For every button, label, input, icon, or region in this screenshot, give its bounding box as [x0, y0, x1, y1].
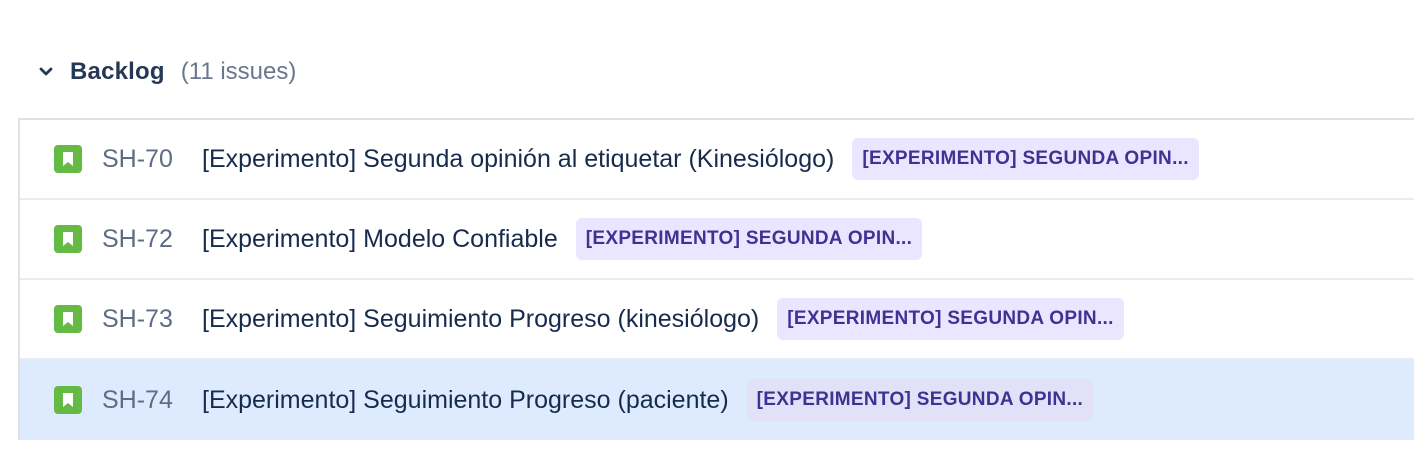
story-icon [54, 386, 82, 414]
backlog-toggle[interactable]: Backlog (11 issues) [36, 52, 296, 92]
issue-row-sh-72[interactable]: SH-72 [Experimento] Modelo Confiable [EX… [20, 200, 1414, 280]
chevron-down-icon[interactable] [36, 62, 56, 82]
epic-lozenge[interactable]: [EXPERIMENTO] SEGUNDA OPIN... [575, 218, 923, 260]
epic-lozenge[interactable]: [EXPERIMENTO] SEGUNDA OPIN... [777, 298, 1124, 340]
issue-key[interactable]: SH-74 [102, 386, 184, 415]
epic-lozenge[interactable]: [EXPERIMENTO] SEGUNDA OPIN... [852, 138, 1199, 180]
issue-row-sh-70[interactable]: SH-70 [Experimento] Segunda opinión al e… [20, 120, 1414, 200]
story-icon [54, 225, 82, 253]
story-icon [54, 305, 82, 333]
issue-summary: [Experimento] Seguimiento Progreso (paci… [202, 385, 729, 414]
backlog-issue-count: (11 issues) [180, 58, 297, 85]
issue-key[interactable]: SH-73 [102, 305, 184, 334]
issue-row-sh-73[interactable]: SH-73 [Experimento] Seguimiento Progreso… [20, 280, 1414, 360]
epic-lozenge[interactable]: [EXPERIMENTO] SEGUNDA OPIN... [746, 379, 1094, 421]
issue-list: SH-70 [Experimento] Segunda opinión al e… [18, 118, 1414, 440]
backlog-title: Backlog [70, 58, 165, 85]
issue-summary: [Experimento] Modelo Confiable [202, 224, 558, 253]
issue-key[interactable]: SH-72 [102, 225, 184, 254]
issue-summary: [Experimento] Segunda opinión al etiquet… [202, 144, 835, 173]
story-icon [54, 145, 82, 173]
issue-summary: [Experimento] Seguimiento Progreso (kine… [202, 304, 760, 333]
issue-key[interactable]: SH-70 [102, 145, 184, 174]
issue-row-sh-74[interactable]: SH-74 [Experimento] Seguimiento Progreso… [20, 360, 1414, 440]
